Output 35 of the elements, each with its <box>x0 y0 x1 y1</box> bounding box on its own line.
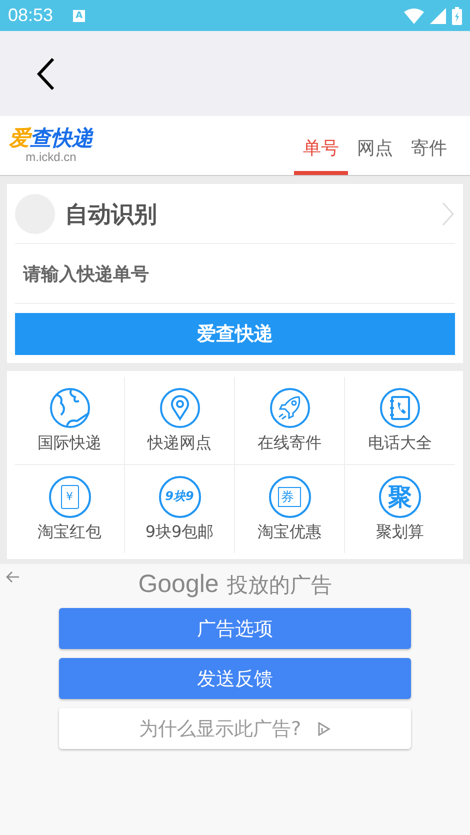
tracking-number-field[interactable]: 请输入快递单号 <box>7 244 463 304</box>
location-pin-icon <box>158 387 200 429</box>
service-item[interactable]: 券 淘宝优惠 <box>235 465 345 553</box>
signal-icon <box>430 8 446 24</box>
tab[interactable]: 单号 <box>294 116 348 175</box>
globe-icon <box>48 387 90 429</box>
tab[interactable]: 寄件 <box>402 116 456 175</box>
service-item[interactable]: 在线寄件 <box>235 377 345 465</box>
service-item[interactable]: 电话大全 <box>345 377 455 465</box>
group-buy-icon: 聚 <box>379 476 421 518</box>
clock: 08:53 <box>8 5 54 26</box>
chevron-icon <box>441 201 455 227</box>
ad-button[interactable]: 发送反馈 <box>59 658 411 699</box>
phonebook-icon <box>379 387 421 429</box>
back-arrow-icon[interactable] <box>6 571 20 583</box>
envelope-icon: ¥ <box>48 476 90 518</box>
logo-title: 爱查快递 <box>9 126 93 150</box>
carrier-selector[interactable]: 自动识别 <box>7 184 463 244</box>
notification-icon: A <box>73 10 86 22</box>
service-item[interactable]: 快递网点 <box>125 377 235 465</box>
service-item[interactable]: ¥ 淘宝红包 <box>15 465 125 553</box>
rocket-icon <box>268 387 310 429</box>
service-item[interactable]: 聚 聚划算 <box>345 465 455 553</box>
battery-icon <box>452 6 462 24</box>
ad-title: 投放的广告 <box>226 572 332 599</box>
ad-brand: Google <box>138 570 219 599</box>
tab[interactable]: 网点 <box>348 116 402 175</box>
logo-url: m.ickd.cn <box>26 150 76 164</box>
wifi-icon <box>404 8 424 24</box>
service-item[interactable]: 9块9 9块9包邮 <box>125 465 235 553</box>
deal-icon: 9块9 <box>158 476 200 518</box>
ad-choices-icon <box>317 722 332 736</box>
service-item[interactable]: 国际快递 <box>15 377 125 465</box>
coupon-icon: 券 <box>268 476 310 518</box>
ad-button[interactable]: 广告选项 <box>59 608 411 649</box>
